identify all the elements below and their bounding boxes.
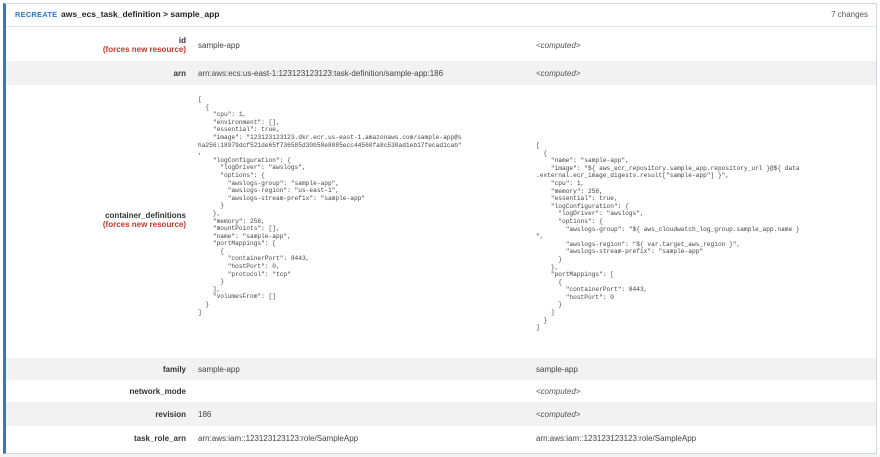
diff-row-revision: revision 186 <computed> (6, 402, 876, 427)
attribute-key: arn (6, 69, 186, 78)
old-value: sample-app (198, 365, 240, 374)
diff-row-arn: arn arn:aws:ecs:us-east-1:123123123123:t… (6, 61, 876, 86)
diff-row-family: family sample-app sample-app (6, 358, 876, 381)
new-value: arn:aws:iam::123123123123:role/SampleApp (536, 434, 697, 443)
attribute-name: arn (173, 69, 186, 78)
attribute-key: revision (6, 410, 186, 419)
attribute-key: network_mode (6, 387, 186, 396)
attribute-name: network_mode (129, 387, 186, 396)
diff-header: RECREATE aws_ecs_task_definition > sampl… (6, 4, 876, 27)
new-json-value: [ { "name": "sample-app", "image": "${ a… (536, 142, 800, 332)
resource-title: aws_ecs_task_definition > sample_app (61, 9, 220, 19)
attribute-key: container_definitions (forces new resour… (6, 211, 186, 229)
new-value: <computed> (536, 41, 581, 50)
old-value: 186 (198, 410, 212, 419)
forces-new-note: (forces new resource) (102, 220, 186, 229)
resource-diff-panel: RECREATE aws_ecs_task_definition > sampl… (3, 3, 877, 454)
changes-count: 7 changes (831, 10, 868, 19)
attribute-name: task_role_arn (133, 434, 186, 443)
old-json-value: [ { "cpu": 1, "environment": [], "essent… (198, 96, 462, 316)
diff-row-task-role-arn: task_role_arn arn:aws:iam::123123123123:… (6, 426, 876, 451)
attribute-name: family (162, 365, 186, 374)
new-value: <computed> (536, 387, 581, 396)
old-value: arn:aws:ecs:us-east-1:123123123123:task-… (198, 69, 444, 78)
attribute-name: id (178, 36, 186, 45)
diff-row-id: id (forces new resource) sample-app <com… (6, 27, 876, 62)
old-value: sample-app (198, 41, 240, 50)
attribute-key: task_role_arn (6, 434, 186, 443)
old-value: arn:aws:iam::123123123123:role/SampleApp (198, 434, 359, 443)
new-value: <computed> (536, 410, 581, 419)
attribute-key: id (forces new resource) (6, 36, 186, 54)
new-value: sample-app (536, 365, 578, 374)
forces-new-note: (forces new resource) (102, 45, 186, 54)
diff-row-network-mode: network_mode <computed> (6, 380, 876, 403)
new-value: <computed> (536, 69, 581, 78)
attribute-key: family (6, 365, 186, 374)
attribute-name: container_definitions (105, 211, 186, 220)
diff-row-container-definitions: container_definitions (forces new resour… (6, 85, 876, 359)
attribute-name: revision (155, 410, 186, 419)
action-label: RECREATE (15, 10, 58, 19)
